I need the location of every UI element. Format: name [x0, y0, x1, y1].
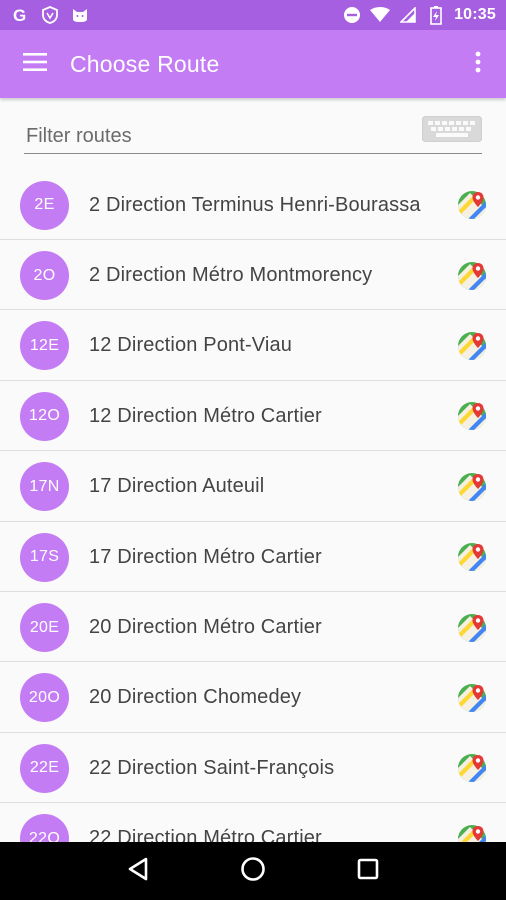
- route-code-badge: 17N: [20, 462, 69, 512]
- route-row[interactable]: 2O 2 Direction Métro Montmorency: [0, 240, 506, 311]
- route-code-badge: 22E: [20, 743, 69, 793]
- route-label: 20 Direction Métro Cartier: [89, 616, 322, 639]
- route-row[interactable]: 17N 17 Direction Auteuil: [0, 452, 506, 522]
- route-row[interactable]: 2E 2 Direction Terminus Henri-Bourassa: [0, 170, 506, 240]
- map-icon[interactable]: [456, 541, 488, 573]
- dnd-icon: [342, 5, 362, 25]
- app-bar: Choose Route: [0, 30, 506, 98]
- status-time: 10:35: [454, 6, 496, 23]
- map-icon[interactable]: [456, 471, 488, 503]
- svg-text:G: G: [13, 6, 26, 24]
- route-code-badge: 12E: [20, 321, 69, 371]
- route-label: 22 Direction Métro Cartier: [89, 827, 322, 842]
- status-bar: G 10:35: [0, 0, 506, 30]
- battery-icon: [426, 5, 446, 25]
- map-icon[interactable]: [456, 682, 488, 714]
- map-icon[interactable]: [456, 260, 488, 292]
- recents-button[interactable]: [344, 847, 392, 895]
- route-code-badge: 2O: [20, 251, 69, 301]
- home-icon: [240, 856, 266, 887]
- map-icon[interactable]: [456, 612, 488, 644]
- route-code-badge: 17S: [20, 532, 69, 582]
- page-title: Choose Route: [70, 50, 220, 77]
- hamburger-menu-icon: [23, 52, 47, 76]
- route-row[interactable]: 12E 12 Direction Pont-Viau: [0, 311, 506, 381]
- g-icon: G: [10, 5, 30, 25]
- keyboard-icon[interactable]: [422, 116, 482, 147]
- map-icon[interactable]: [456, 189, 488, 221]
- route-row[interactable]: 20O 20 Direction Chomedey: [0, 663, 506, 733]
- route-label: 17 Direction Auteuil: [89, 475, 265, 498]
- route-code-badge: 22O: [20, 814, 69, 842]
- route-code-badge: 12O: [20, 391, 69, 441]
- route-code-badge: 2E: [20, 180, 69, 230]
- route-row[interactable]: 22E 22 Direction Saint-François: [0, 733, 506, 804]
- signal-icon: [398, 5, 418, 25]
- route-row[interactable]: 22O 22 Direction Métro Cartier: [0, 804, 506, 842]
- route-list: 2E 2 Direction Terminus Henri-Bourassa 2O 2…: [0, 170, 506, 842]
- route-label: 2 Direction Métro Montmorency: [89, 264, 373, 287]
- home-button[interactable]: [229, 847, 277, 895]
- menu-button[interactable]: [0, 30, 70, 98]
- status-right-icons: 10:35: [342, 5, 496, 25]
- route-row[interactable]: 20E 20 Direction Métro Cartier: [0, 592, 506, 663]
- route-label: 17 Direction Métro Cartier: [89, 545, 322, 568]
- map-icon[interactable]: [456, 823, 488, 842]
- recents-icon: [357, 858, 379, 885]
- more-vertical-icon: [475, 51, 481, 78]
- status-left-icons: G: [10, 5, 90, 25]
- route-code-badge: 20E: [20, 603, 69, 653]
- map-icon[interactable]: [456, 400, 488, 432]
- route-code-badge: 20O: [20, 673, 69, 723]
- route-label: 12 Direction Métro Cartier: [89, 404, 322, 427]
- back-button[interactable]: [114, 847, 162, 895]
- route-label: 12 Direction Pont-Viau: [89, 334, 293, 357]
- route-row[interactable]: 12O 12 Direction Métro Cartier: [0, 381, 506, 452]
- cat-icon: [70, 5, 90, 25]
- route-label: 22 Direction Saint-François: [89, 756, 335, 779]
- overflow-menu-button[interactable]: [450, 30, 506, 98]
- shield-icon: [40, 5, 60, 25]
- back-icon: [127, 857, 149, 886]
- route-label: 20 Direction Chomedey: [89, 686, 302, 709]
- wifi-icon: [370, 5, 391, 25]
- filter-routes-input[interactable]: [24, 120, 482, 154]
- map-icon[interactable]: [456, 330, 488, 362]
- map-icon[interactable]: [456, 752, 488, 784]
- route-label: 2 Direction Terminus Henri-Bourassa: [89, 193, 421, 216]
- route-row[interactable]: 17S 17 Direction Métro Cartier: [0, 522, 506, 592]
- system-nav-bar: [0, 842, 506, 900]
